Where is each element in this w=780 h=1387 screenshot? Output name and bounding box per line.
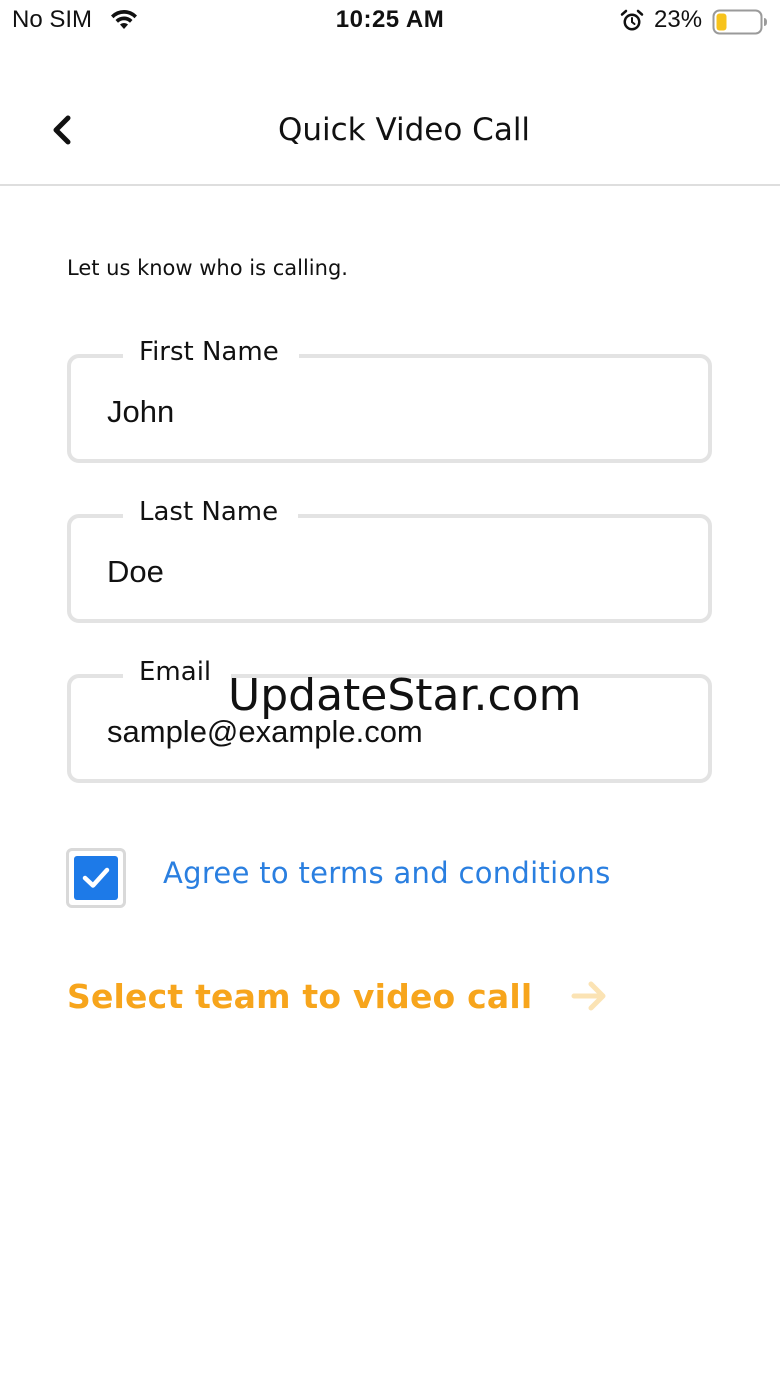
navigation-bar: Quick Video Call: [0, 88, 780, 186]
checkmark-icon: [82, 867, 110, 888]
select-team-label: Select team to video call: [67, 976, 533, 1016]
email-input[interactable]: [107, 712, 667, 752]
first-name-input[interactable]: [107, 392, 667, 432]
select-team-button[interactable]: Select team to video call: [67, 970, 610, 1022]
intro-text: Let us know who is calling.: [67, 256, 348, 280]
quick-video-call-screen: No SIM 10:25 AM 23% Quick Video Call Let…: [0, 0, 780, 1387]
arrow-right-icon: [571, 981, 606, 1011]
page-title: Quick Video Call: [277, 112, 531, 148]
alarm-icon: [620, 9, 644, 31]
checkbox-fill: [74, 856, 118, 900]
last-name-input[interactable]: [107, 552, 667, 592]
terms-checkbox[interactable]: [66, 848, 126, 908]
email-field[interactable]: Email: [67, 652, 712, 783]
first-name-label: First Name: [123, 332, 299, 372]
battery-percentage: 23%: [654, 6, 703, 33]
terms-link[interactable]: Agree to terms and conditions: [163, 856, 611, 890]
battery-icon: [712, 9, 767, 35]
first-name-field[interactable]: First Name: [67, 332, 712, 463]
last-name-label: Last Name: [123, 492, 299, 532]
status-bar: No SIM 10:25 AM 23%: [0, 0, 780, 44]
email-label: Email: [123, 652, 232, 692]
last-name-field[interactable]: Last Name: [67, 492, 712, 623]
